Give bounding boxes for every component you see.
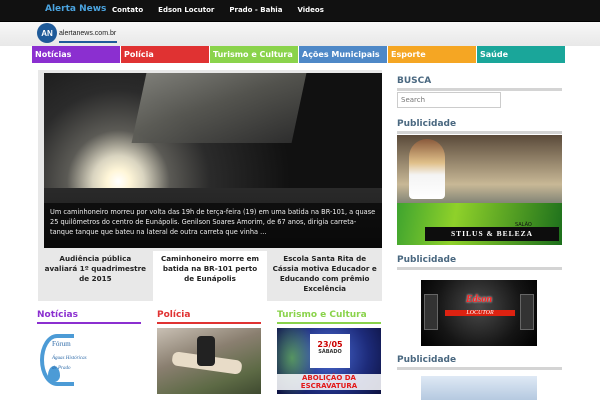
section-title-noticias[interactable]: Notícias: [37, 310, 141, 324]
top-nav-prado-bahia[interactable]: Prado - Bahia: [229, 6, 282, 14]
poster-title: ABOLIÇÃO DA ESCRAVATURA: [277, 374, 381, 390]
slide-caption-text: Um caminhoneiro morreu por volta das 19h…: [50, 208, 376, 236]
search-input[interactable]: [397, 92, 501, 108]
ad-locutor-banner[interactable]: Edson LOCUTOR: [421, 280, 537, 346]
section-policia-image[interactable]: [157, 328, 261, 394]
logo-underline: [59, 41, 117, 43]
slide-image-truck: [131, 73, 307, 143]
section-title-turismo[interactable]: Turismo e Cultura: [277, 310, 381, 324]
section-policia: Polícia: [157, 310, 261, 400]
section-turismo: Turismo e Cultura 23/05 SÁBADO ABOLIÇÃO …: [277, 310, 381, 400]
poster-date: 23/05: [317, 340, 343, 349]
ad-locutor-sub: LOCUTOR: [445, 310, 515, 316]
category-acoes-municipais[interactable]: Ações Municipais: [299, 46, 387, 63]
poster-date-badge: 23/05 SÁBADO: [310, 334, 350, 368]
top-nav-contato[interactable]: Contato: [112, 6, 143, 14]
sidebar-publicidade-title-3: Publicidade: [397, 355, 562, 370]
slider-thumb-3[interactable]: Escola Santa Rita de Cássia motiva Educa…: [267, 251, 382, 301]
top-nav-edson-locutor[interactable]: Edson Locutor: [158, 6, 214, 14]
top-nav-menu: Contato Edson Locutor Prado - Bahia Vide…: [112, 6, 339, 14]
site-brand-link[interactable]: Alerta News: [45, 4, 106, 14]
ad-banner-3[interactable]: [421, 376, 537, 400]
section-noticias: Notícias Fórum Águas Históricas de Prado: [37, 310, 141, 400]
category-saude[interactable]: Saúde: [477, 46, 565, 63]
category-turismo-cultura[interactable]: Turismo e Cultura: [210, 46, 298, 63]
site-logo[interactable]: AN alertanews.com.br: [37, 23, 119, 43]
forum-logo-line-2: Águas Históricas: [52, 356, 87, 361]
slider-thumb-2[interactable]: Caminhoneiro morre em batida na BR-101 p…: [152, 251, 268, 301]
sidebar-publicidade-title-2: Publicidade: [397, 255, 562, 270]
category-menu: Notícias Polícia Turismo e Cultura Ações…: [32, 46, 566, 63]
forum-logo-image: Fórum Águas Históricas de Prado: [38, 332, 100, 394]
sidebar-busca-title: BUSCA: [397, 76, 562, 91]
slide-caption[interactable]: Um caminhoneiro morreu por volta das 19h…: [44, 203, 382, 248]
section-turismo-image[interactable]: 23/05 SÁBADO ABOLIÇÃO DA ESCRAVATURA: [277, 328, 381, 394]
forum-logo-line-3: de Prado: [52, 366, 71, 371]
speaker-right-icon: [520, 294, 534, 330]
section-title-policia[interactable]: Polícia: [157, 310, 261, 324]
category-esporte[interactable]: Esporte: [388, 46, 476, 63]
ad-salon-person: [409, 139, 445, 199]
logo-mark: AN: [37, 23, 57, 43]
featured-slider: Um caminhoneiro morreu por volta das 19h…: [38, 70, 382, 301]
slider-thumb-1[interactable]: Audiência pública avaliará 1º quadrimest…: [38, 251, 153, 301]
section-noticias-image[interactable]: Fórum Águas Históricas de Prado: [37, 328, 101, 394]
top-nav-bar: Alerta News Contato Edson Locutor Prado …: [0, 0, 600, 22]
photo-figure-shadow: [197, 336, 215, 366]
ad-salon-brand: STILUS & BELEZA: [425, 227, 559, 241]
forum-logo-title: Fórum: [52, 340, 71, 348]
sidebar-publicidade-title-1: Publicidade: [397, 119, 562, 134]
logo-text: alertanews.com.br: [59, 29, 117, 37]
category-noticias[interactable]: Notícias: [32, 46, 120, 63]
category-policia[interactable]: Polícia: [121, 46, 209, 63]
ad-salon-banner[interactable]: SALÃO STILUS & BELEZA: [397, 135, 562, 245]
top-nav-videos[interactable]: Videos: [297, 6, 323, 14]
slider-thumbnails: Audiência pública avaliará 1º quadrimest…: [38, 251, 382, 301]
poster-day: SÁBADO: [318, 349, 342, 355]
speaker-left-icon: [424, 294, 438, 330]
